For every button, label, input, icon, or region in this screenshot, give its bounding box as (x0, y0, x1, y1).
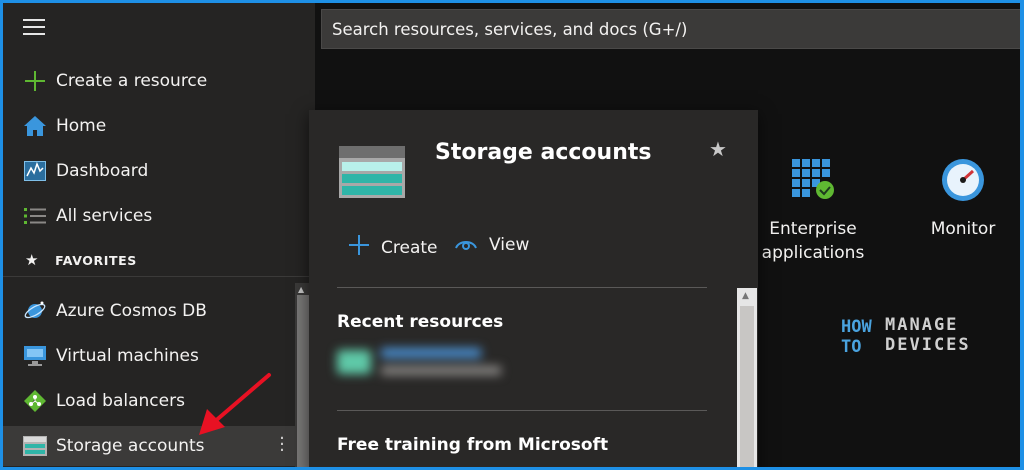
virtual-machine-icon (23, 344, 47, 368)
sidebar-item-dashboard[interactable]: Dashboard (3, 151, 303, 191)
view-button[interactable]: View (455, 235, 529, 255)
menu-hamburger-icon[interactable] (23, 19, 45, 37)
sidebar-item-label: Dashboard (56, 161, 149, 181)
recent-resource-item-redacted[interactable] (337, 348, 501, 375)
sidebar-scrollbar-thumb[interactable] (297, 295, 309, 467)
load-balancer-icon (23, 389, 47, 413)
divider (337, 410, 707, 411)
sidebar-item-label: Azure Cosmos DB (56, 301, 207, 321)
storage-icon (23, 434, 47, 458)
sidebar-item-create-resource[interactable]: Create a resource (3, 61, 303, 101)
scroll-up-icon[interactable]: ▲ (298, 285, 304, 294)
enterprise-apps-icon (758, 157, 868, 205)
top-bar: Search resources, services, and docs (G+… (315, 3, 1020, 55)
plus-icon (23, 69, 47, 93)
cosmos-db-icon (23, 299, 47, 323)
sidebar-item-home[interactable]: Home (3, 106, 303, 146)
divider (3, 276, 315, 277)
service-tile-monitor[interactable]: Monitor (913, 157, 1013, 241)
favorite-star-icon[interactable]: ★ (709, 137, 727, 161)
sidebar-item-all-services[interactable]: All services (3, 196, 303, 236)
sidebar-item-label: Storage accounts (56, 436, 205, 456)
sidebar-item-cosmos-db[interactable]: Azure Cosmos DB (3, 291, 303, 331)
sidebar-item-label: Load balancers (56, 391, 185, 411)
sidebar-item-label: All services (56, 206, 153, 226)
star-icon: ★ (25, 251, 40, 269)
sidebar-item-virtual-machines[interactable]: Virtual machines (3, 336, 303, 376)
service-tile-enterprise-applications[interactable]: Enterprise applications (758, 157, 868, 265)
recent-resources-heading: Recent resources (337, 312, 504, 332)
monitor-icon (913, 157, 1013, 205)
search-placeholder: Search resources, services, and docs (G+… (332, 19, 688, 39)
sidebar-item-label: Create a resource (56, 71, 208, 91)
card-scrollbar-thumb[interactable] (740, 306, 754, 467)
divider (337, 287, 707, 288)
free-training-heading: Free training from Microsoft (337, 435, 609, 455)
eye-icon (455, 235, 477, 255)
howtomanagedevices-logo: HOW TO MANAGE DEVICES (841, 315, 971, 357)
red-annotation-arrow (199, 373, 271, 435)
sidebar-item-label: Home (56, 116, 107, 136)
screenshot-frame: Create a resource Home Dashboard All ser… (0, 0, 1024, 470)
create-button[interactable]: Create (349, 235, 438, 260)
card-title: Storage accounts (435, 140, 652, 165)
global-search-input[interactable]: Search resources, services, and docs (G+… (321, 9, 1020, 49)
list-icon (23, 204, 47, 228)
more-options-icon[interactable]: · · · (279, 430, 285, 460)
home-icon (23, 114, 47, 138)
scroll-up-icon[interactable]: ▲ (742, 291, 749, 301)
storage-accounts-hover-card: Storage accounts ★ Create View Recent re… (309, 110, 758, 467)
storage-accounts-large-icon (339, 146, 405, 202)
favorites-header: ★ FAVORITES (25, 251, 137, 269)
sidebar-item-label: Virtual machines (56, 346, 199, 366)
plus-icon (349, 235, 369, 260)
dashboard-icon (23, 159, 47, 183)
